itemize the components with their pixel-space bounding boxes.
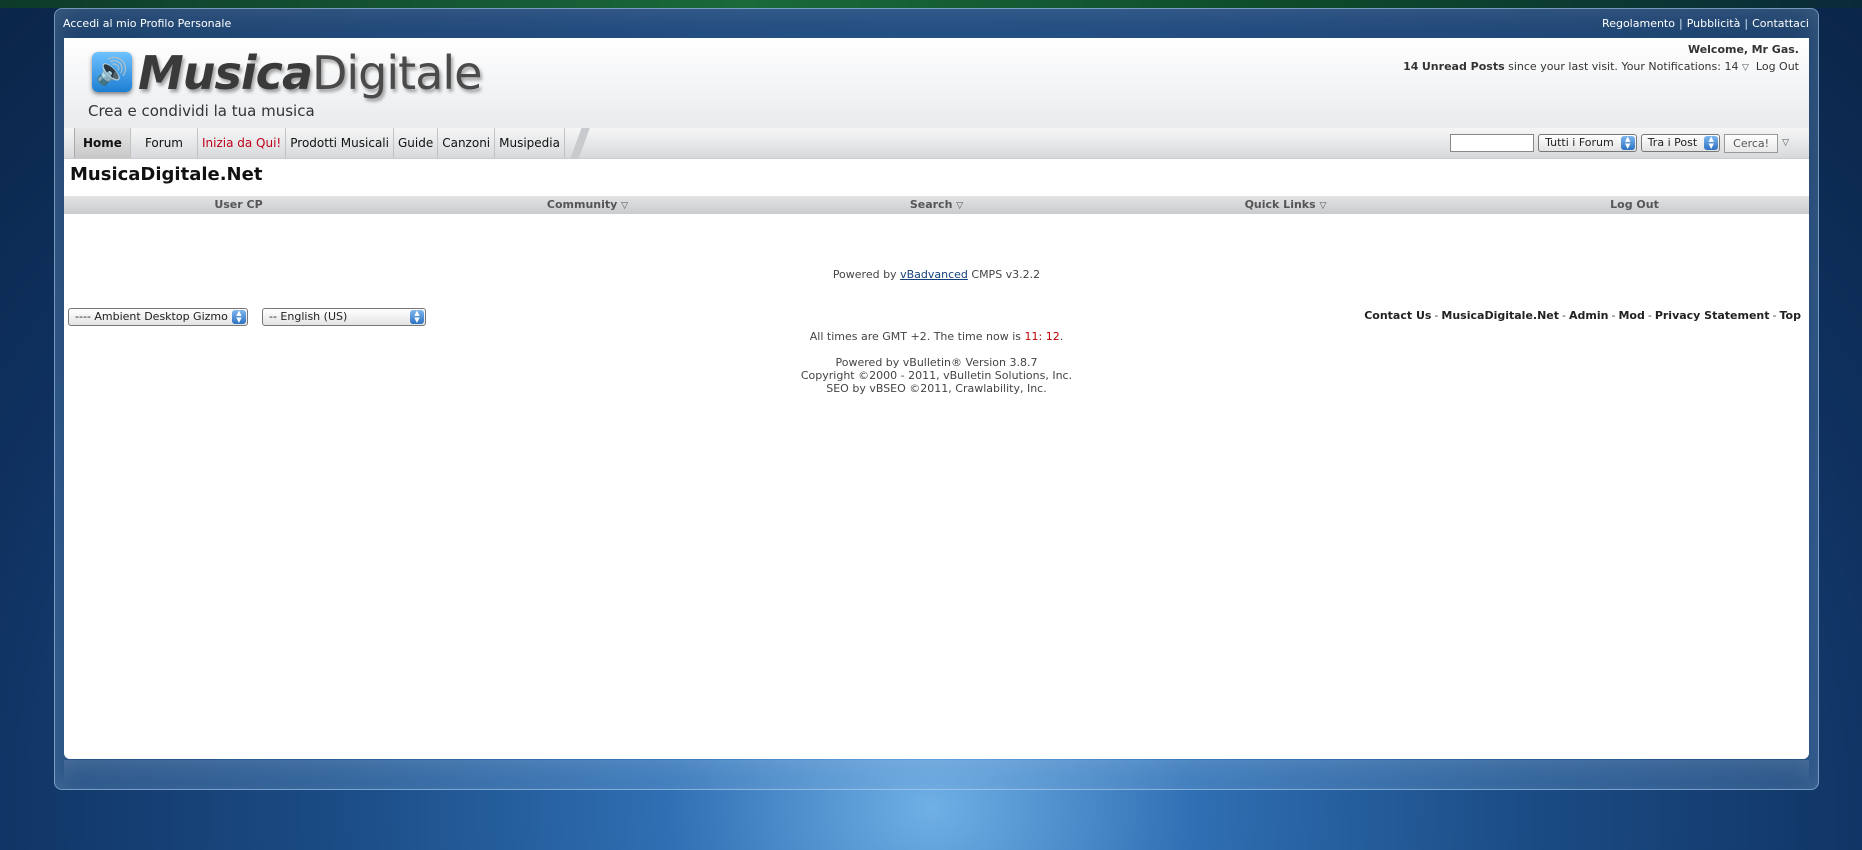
select-arrows-icon: ▲ ▼ [232, 310, 246, 324]
speaker-icon: 🔊 [92, 52, 132, 92]
subnav-user-cp[interactable]: User CP [64, 196, 413, 214]
footer-row: ---- Ambient Desktop Gizmo ▲ ▼ -- English … [68, 306, 1805, 326]
chevron-down-icon[interactable]: ▽ [1782, 138, 1789, 148]
unread-posts-link[interactable]: Unread Posts [1422, 60, 1505, 73]
site-header: 🔊 MusicaDigitale Crea e condividi la tua… [64, 38, 1809, 128]
time-minute: 12 [1045, 330, 1060, 343]
user-info: Welcome, Mr Gas. 14 Unread Posts since y… [1403, 41, 1799, 77]
notifications-label: Your Notifications: [1621, 60, 1721, 73]
search-button[interactable]: Cerca! [1724, 133, 1779, 153]
chevron-down-icon[interactable]: ▽ [1742, 63, 1749, 73]
tab-divider [565, 128, 595, 158]
style-select[interactable]: ---- Ambient Desktop Gizmo ▲ ▼ [68, 308, 248, 326]
tab-start-here[interactable]: Inizia da Qui! [198, 128, 287, 158]
select-arrows-icon: ▲ ▼ [1620, 136, 1635, 150]
copyright: Powered by vBulletin® Version 3.8.7 Copy… [64, 356, 1809, 395]
footer-contact-link[interactable]: Contact Us [1364, 309, 1431, 322]
tab-music-products[interactable]: Prodotti Musicali [286, 128, 394, 158]
logo-tagline: Crea e condividi la tua musica [88, 102, 315, 120]
select-arrows-icon: ▲ ▼ [410, 310, 424, 324]
top-bar: Accedi al mio Profilo Personale Regolame… [63, 14, 1809, 38]
rules-link[interactable]: Regolamento [1602, 17, 1675, 30]
language-select[interactable]: -- English (US) ▲ ▼ [262, 308, 426, 326]
tab-musipedia[interactable]: Musipedia [495, 128, 565, 158]
tab-songs[interactable]: Canzoni [438, 128, 496, 158]
time-info: All times are GMT +2. The time now is 11… [809, 330, 1064, 343]
page-title: MusicaDigitale.Net [70, 164, 263, 185]
search-bar: Tutti i Forum ▲ ▼ Tra i Post ▲ ▼ Cerca! ▽ [1450, 133, 1789, 153]
contact-link[interactable]: Contattaci [1752, 17, 1809, 30]
tab-home[interactable]: Home [74, 128, 131, 158]
profile-link[interactable]: Accedi al mio Profilo Personale [63, 17, 231, 30]
page-content: 🔊 MusicaDigitale Crea e condividi la tua… [64, 38, 1809, 759]
subnav-quick-links[interactable]: Quick Links ▽ [1111, 196, 1460, 214]
logout-link[interactable]: Log Out [1756, 60, 1799, 73]
chevron-down-icon: ▽ [1319, 201, 1327, 211]
vbadvanced-link[interactable]: vBadvanced [900, 268, 968, 281]
copyright-line: Powered by vBulletin® Version 3.8.7 [835, 356, 1038, 369]
copyright-line: SEO by vBSEO ©2011, Crawlability, Inc. [826, 382, 1047, 395]
tab-guides[interactable]: Guide [394, 128, 439, 158]
time-hour: 11 [1024, 330, 1039, 343]
notifications-count[interactable]: 14 [1724, 60, 1738, 73]
username[interactable]: Mr Gas. [1752, 43, 1799, 56]
chevron-down-icon: ▽ [621, 201, 629, 211]
footer-top-link[interactable]: Top [1780, 309, 1801, 322]
subnav-community[interactable]: Community ▽ [413, 196, 762, 214]
subnav-logout[interactable]: Log Out [1460, 196, 1809, 214]
unread-line: 14 Unread Posts since your last visit. Y… [1403, 60, 1799, 73]
bottom-bar [64, 760, 1809, 784]
subnav-search[interactable]: Search ▽ [762, 196, 1111, 214]
top-color-band [0, 0, 1862, 8]
footer-home-link[interactable]: MusicaDigitale.Net [1441, 309, 1559, 322]
unread-count[interactable]: 14 [1403, 60, 1418, 73]
footer-mod-link[interactable]: Mod [1618, 309, 1644, 322]
search-scope-select[interactable]: Tutti i Forum ▲ ▼ [1538, 134, 1637, 152]
copyright-line: Copyright ©2000 - 2011, vBulletin Soluti… [800, 369, 1073, 382]
footer-privacy-link[interactable]: Privacy Statement [1655, 309, 1770, 322]
select-arrows-icon: ▲ ▼ [1704, 136, 1719, 150]
chevron-down-icon: ▽ [956, 201, 964, 211]
top-links: Regolamento | Pubblicità | Contattaci [1602, 17, 1809, 30]
logo-wordmark: MusicaDigitale [138, 46, 482, 100]
footer-admin-link[interactable]: Admin [1569, 309, 1608, 322]
site-logo[interactable]: 🔊 MusicaDigitale Crea e condividi la tua… [88, 46, 482, 124]
sub-navbar: User CP Community ▽ Search ▽ Quick Links… [64, 196, 1809, 214]
welcome-line: Welcome, Mr Gas. [1687, 43, 1799, 56]
main-navbar: Home Forum Inizia da Qui! Prodotti Music… [64, 128, 1809, 159]
cmps-credit: Powered by vBadvanced CMPS v3.2.2 [832, 268, 1041, 281]
nav-tabs: Home Forum Inizia da Qui! Prodotti Music… [74, 128, 595, 158]
tab-forum[interactable]: Forum [131, 128, 198, 158]
search-input[interactable] [1450, 134, 1535, 152]
footer-links: Contact Us - MusicaDigitale.Net - Admin - Mod -… [1364, 309, 1801, 322]
search-type-select[interactable]: Tra i Post ▲ ▼ [1640, 134, 1721, 152]
advertising-link[interactable]: Pubblicità [1687, 17, 1741, 30]
